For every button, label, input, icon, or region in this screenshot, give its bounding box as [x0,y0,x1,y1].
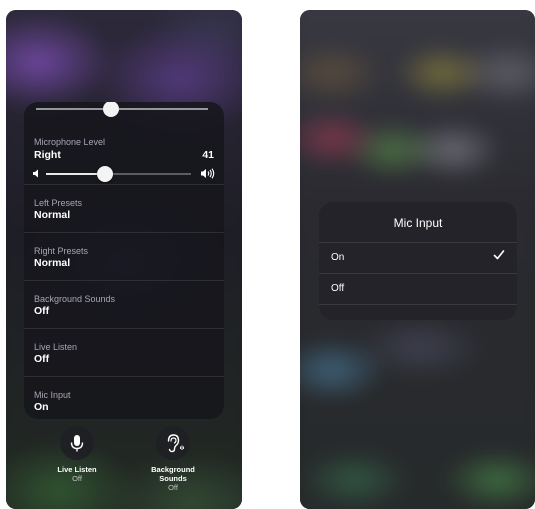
microphone-level-knob[interactable] [97,166,114,182]
checkmark-icon [493,250,505,260]
top-slider-track [36,108,208,110]
background-sounds-value: Off [34,305,50,317]
microphone-level-value: 41 [202,149,214,161]
live-listen-value: Off [34,353,50,365]
background-sounds-button-title-line1: Background [151,465,195,474]
live-listen-row[interactable]: Live Listen Off [24,329,224,376]
mic-input-row[interactable]: Mic Input On [24,377,224,419]
background-sounds-button-label: Background Sounds Off [128,465,218,492]
mic-input-label: Mic Input [34,390,71,400]
background-sounds-button[interactable] [156,426,190,460]
speaker-high-icon [201,168,215,179]
background-sounds-button-title-line2: Sounds [159,474,187,483]
microphone-level-label: Microphone Level [34,137,106,147]
popup-title: Mic Input [393,216,443,230]
divider [319,304,517,305]
speaker-low-icon [33,169,38,178]
top-slider-knob[interactable] [103,102,119,117]
live-listen-button[interactable] [60,426,94,460]
left-presets-row[interactable]: Left Presets Normal [24,185,224,232]
right-presets-row[interactable]: Right Presets Normal [24,233,224,280]
live-listen-label: Live Listen [34,342,78,352]
microphone-level-row: Microphone Level Right 41 [24,116,224,184]
live-listen-button-label: Live Listen Off [32,465,122,483]
microphone-level-side: Right [34,149,61,161]
option-on-label: On [331,252,345,263]
option-off[interactable]: Off [319,274,517,304]
live-listen-button-state: Off [72,474,82,483]
right-presets-value: Normal [34,257,71,269]
option-off-label: Off [331,283,345,294]
background-sounds-button-state: Off [168,483,178,492]
option-on[interactable]: On [319,243,517,273]
top-slider[interactable] [24,102,224,117]
right-screen: Mic Input On Off [300,10,535,509]
mic-input-popup: Mic Input On Off [319,202,517,320]
left-presets-value: Normal [34,209,71,221]
live-listen-button-title: Live Listen [57,465,97,474]
microphone-icon [70,435,84,452]
ear-icon [167,434,184,453]
background-sounds-row[interactable]: Background Sounds Off [24,281,224,328]
left-presets-label: Left Presets [34,198,83,208]
left-screen: Microphone Level Right 41 Left Presets N… [6,10,242,509]
hearing-controls-panel: Microphone Level Right 41 Left Presets N… [24,102,224,419]
microphone-level-slider[interactable] [46,166,191,182]
mic-input-value: On [34,401,49,413]
background-sounds-label: Background Sounds [34,294,116,304]
right-presets-label: Right Presets [34,246,89,256]
